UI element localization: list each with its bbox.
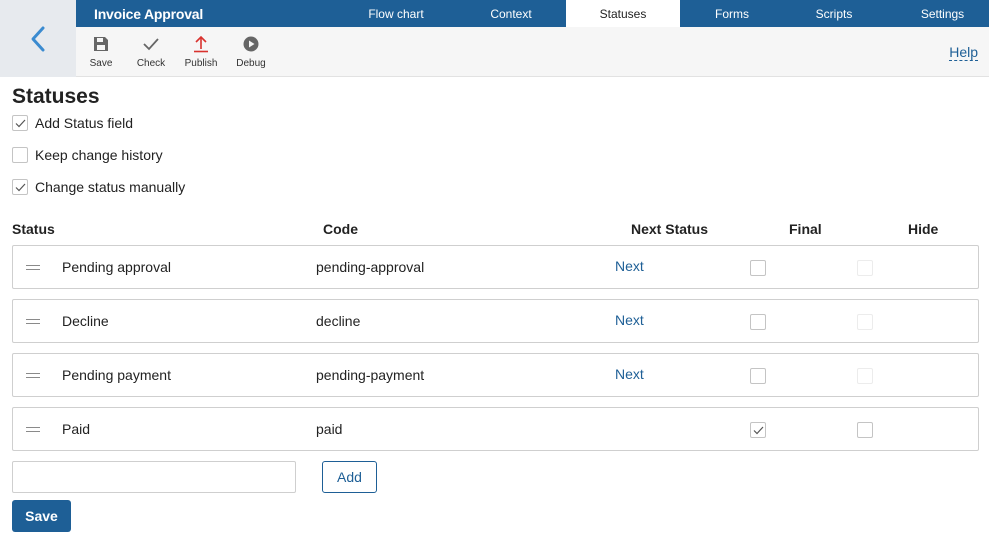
- hide-checkbox[interactable]: [857, 422, 873, 438]
- next-status-link[interactable]: Next: [615, 312, 644, 328]
- app-title: Invoice Approval: [94, 6, 204, 22]
- debug-tool-label: Debug: [236, 58, 266, 69]
- check-tool-label: Check: [136, 58, 166, 69]
- change-status-manually-checkbox[interactable]: [12, 179, 28, 195]
- status-code: paid: [316, 421, 343, 437]
- upload-arrow-icon: [176, 33, 226, 55]
- change-status-manually-label: Change status manually: [35, 179, 186, 195]
- keep-change-history-label: Keep change history: [35, 147, 163, 163]
- check-tool-button[interactable]: Check: [126, 33, 176, 69]
- column-header-hide: Hide: [908, 221, 939, 237]
- final-checkbox[interactable]: [750, 260, 766, 276]
- hide-checkbox: [857, 368, 873, 384]
- status-code: pending-payment: [316, 367, 425, 383]
- option-add-status-field[interactable]: Add Status field: [12, 115, 133, 131]
- drag-handle-icon[interactable]: [26, 427, 40, 432]
- toolbar: Save Check Publish Debug Help: [76, 27, 989, 77]
- table-row: Decline decline Next: [12, 299, 979, 343]
- play-circle-icon: [226, 33, 276, 55]
- add-status-field-checkbox[interactable]: [12, 115, 28, 131]
- hide-checkbox: [857, 260, 873, 276]
- new-status-input[interactable]: [12, 461, 296, 493]
- table-row: Paid paid: [12, 407, 979, 451]
- drag-handle-icon[interactable]: [26, 319, 40, 324]
- checkmark-icon: [753, 426, 763, 434]
- save-button[interactable]: Save: [12, 500, 71, 532]
- status-name: Pending payment: [62, 367, 171, 383]
- tab-settings[interactable]: Settings: [884, 0, 989, 27]
- column-header-status: Status: [12, 221, 55, 237]
- tab-statuses[interactable]: Statuses: [566, 0, 680, 27]
- chevron-left-icon: [31, 26, 45, 51]
- save-tool-label: Save: [89, 58, 113, 69]
- column-header-next-status: Next Status: [631, 221, 709, 237]
- tab-scripts[interactable]: Scripts: [784, 0, 884, 27]
- column-header-final: Final: [789, 221, 822, 237]
- option-change-status-manually[interactable]: Change status manually: [12, 179, 185, 195]
- checkmark-icon: [15, 183, 25, 191]
- table-row: Pending payment pending-payment Next: [12, 353, 979, 397]
- checkmark-icon: [15, 119, 25, 127]
- table-row: Pending approval pending-approval Next: [12, 245, 979, 289]
- help-link[interactable]: Help: [949, 45, 978, 61]
- next-status-link[interactable]: Next: [615, 366, 644, 382]
- keep-change-history-checkbox[interactable]: [12, 147, 28, 163]
- drag-handle-icon[interactable]: [26, 265, 40, 270]
- next-status-link[interactable]: Next: [615, 258, 644, 274]
- publish-tool-label: Publish: [184, 58, 218, 69]
- top-nav-bar: Invoice Approval Flow chart Context Stat…: [76, 0, 989, 27]
- add-status-button[interactable]: Add: [322, 461, 377, 493]
- status-code: pending-approval: [316, 259, 425, 275]
- status-name: Pending approval: [62, 259, 171, 275]
- floppy-disk-icon: [76, 33, 126, 55]
- tab-context[interactable]: Context: [454, 0, 568, 27]
- back-button[interactable]: [0, 0, 76, 77]
- status-name: Decline: [62, 313, 109, 329]
- hide-checkbox: [857, 314, 873, 330]
- page-title: Statuses: [12, 85, 100, 108]
- status-name: Paid: [62, 421, 91, 437]
- publish-tool-button[interactable]: Publish: [176, 33, 226, 69]
- tab-flow-chart[interactable]: Flow chart: [338, 0, 454, 27]
- column-header-code: Code: [323, 221, 358, 237]
- checkmark-icon: [126, 33, 176, 55]
- debug-tool-button[interactable]: Debug: [226, 33, 276, 69]
- final-checkbox[interactable]: [750, 368, 766, 384]
- option-keep-change-history[interactable]: Keep change history: [12, 147, 163, 163]
- final-checkbox[interactable]: [750, 422, 766, 438]
- drag-handle-icon[interactable]: [26, 373, 40, 378]
- status-code: decline: [316, 313, 361, 329]
- add-status-field-label: Add Status field: [35, 115, 134, 131]
- save-tool-button[interactable]: Save: [76, 33, 126, 69]
- final-checkbox[interactable]: [750, 314, 766, 330]
- tab-forms[interactable]: Forms: [680, 0, 784, 27]
